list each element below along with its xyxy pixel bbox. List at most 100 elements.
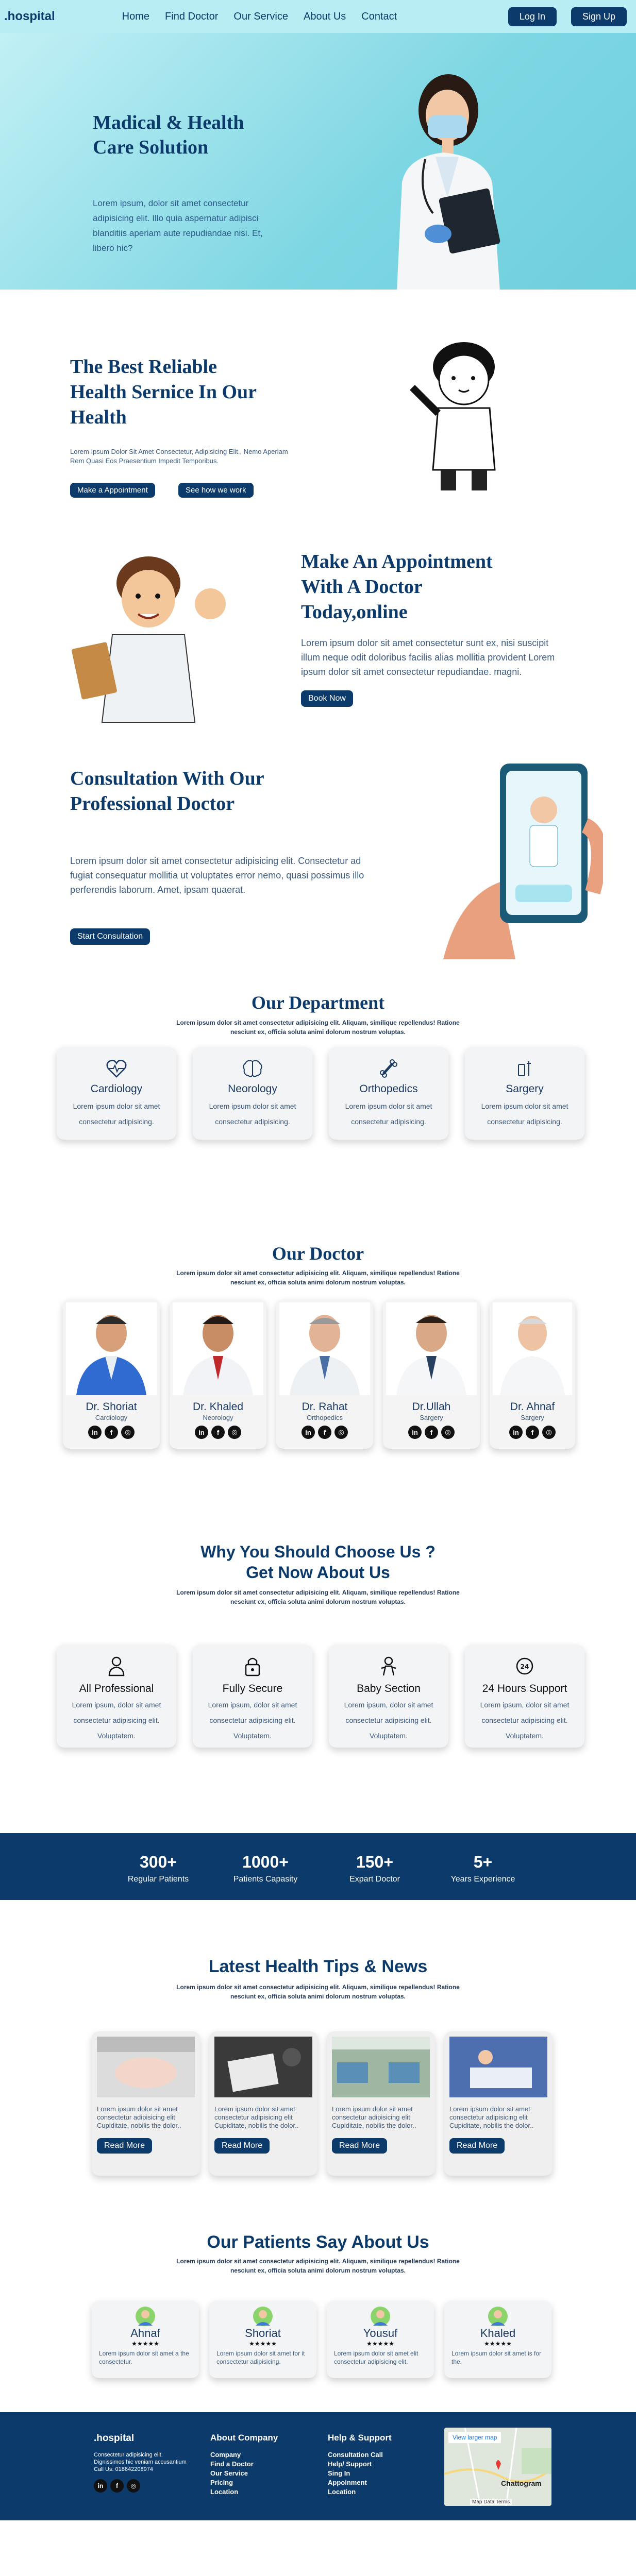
doctor-name: Dr. Khaled: [192, 1401, 244, 1413]
patient-name: Ahnaf: [130, 2327, 160, 2340]
facebook-icon[interactable]: f: [526, 1426, 539, 1439]
department-name: Cardiology: [90, 1083, 143, 1095]
news-image: [97, 2037, 195, 2097]
news-section: Latest Health Tips & News Lorem ipsum do…: [0, 1900, 636, 2178]
footer-link-company[interactable]: Company: [210, 2450, 278, 2460]
why-card[interactable]: Baby Section Lorem ipsum, dolor sit amet…: [329, 1645, 448, 1748]
appointment-section: Make An Appointment With A Doctor Today,…: [0, 521, 636, 764]
footer-link-sign-in[interactable]: Sing In: [328, 2469, 392, 2478]
top-navbar: .hospital Home Find Doctor Our Service A…: [0, 0, 636, 33]
footer-help-title: Help & Support: [328, 2433, 392, 2443]
footer-info-line: Dignissimos hic veniam accusantium: [94, 2459, 187, 2465]
avatar: [253, 2307, 273, 2326]
footer: .hospital Consectetur adipisicing elit. …: [0, 2412, 636, 2520]
news-card[interactable]: Lorem ipsum dolor sit amet consectetur a…: [92, 2031, 200, 2176]
login-button[interactable]: Log In: [508, 7, 557, 26]
read-more-button[interactable]: Read More: [214, 2138, 270, 2154]
bone-icon: [380, 1059, 397, 1078]
nav-about-us[interactable]: About Us: [304, 11, 346, 23]
nav-contact[interactable]: Contact: [361, 11, 397, 23]
svg-text:24: 24: [521, 1663, 529, 1670]
doctor-name: Dr. Ahnaf: [510, 1401, 555, 1413]
female-doctor-image: [397, 74, 500, 290]
news-card[interactable]: Lorem ipsum dolor sit amet consectetur a…: [327, 2031, 435, 2176]
doctor-card[interactable]: Dr. Ahnaf Sargery in f ◎: [490, 1299, 575, 1449]
instagram-icon[interactable]: ◎: [542, 1426, 556, 1439]
doctor-card[interactable]: Dr. Shoriat Cardiology in f ◎: [63, 1299, 160, 1449]
testimonial-text: Lorem ipsum dolor sit amet a the consect…: [99, 2350, 189, 2365]
department-title: Our Department: [251, 992, 385, 1013]
department-name: Sargery: [506, 1083, 544, 1095]
footer-link-help-support[interactable]: Help/ Support: [328, 2460, 392, 2469]
doctor-photo: [66, 1302, 157, 1395]
view-larger-map-link[interactable]: View larger map: [448, 2432, 501, 2443]
footer-map[interactable]: View larger map Chattogram Map Data Term…: [444, 2428, 551, 2506]
main-menu: Home Find Doctor Our Service About Us Co…: [122, 11, 397, 23]
phone-consultation-image: [443, 764, 603, 959]
doctor-specialty: Neorology: [203, 1414, 233, 1421]
avatar: [371, 2307, 390, 2326]
testimonials-subtitle: Lorem ipsum dolor sit amet consectetur a…: [176, 2258, 460, 2274]
read-more-button[interactable]: Read More: [449, 2138, 505, 2154]
cartoon-doctor-image: [410, 342, 496, 490]
facebook-icon[interactable]: f: [425, 1426, 438, 1439]
footer-link-find-doctor[interactable]: Find a Doctor: [210, 2460, 278, 2469]
footer-link-consultation[interactable]: Consultation Call: [328, 2450, 392, 2460]
read-more-button[interactable]: Read More: [332, 2138, 388, 2154]
nav-find-doctor[interactable]: Find Doctor: [165, 11, 218, 23]
linkedin-icon[interactable]: in: [88, 1426, 102, 1439]
footer-link-our-service[interactable]: Our Service: [210, 2469, 278, 2478]
facebook-icon[interactable]: f: [318, 1426, 331, 1439]
instagram-icon[interactable]: ◎: [228, 1426, 241, 1439]
see-how-we-work-button[interactable]: See how we work: [178, 483, 254, 498]
instagram-icon[interactable]: ◎: [127, 2479, 140, 2493]
footer-link-appointment[interactable]: Appoinment: [328, 2478, 392, 2487]
stat-label: Years Experience: [450, 1875, 515, 1884]
make-appointment-button[interactable]: Make a Appointment: [70, 483, 155, 498]
facebook-icon[interactable]: f: [211, 1426, 225, 1439]
department-name: Orthopedics: [359, 1083, 418, 1095]
brand-logo[interactable]: .hospital: [4, 9, 55, 24]
linkedin-icon[interactable]: in: [94, 2479, 107, 2493]
instagram-icon[interactable]: ◎: [334, 1426, 348, 1439]
consultation-section: Consultation With Our Professional Docto…: [0, 764, 636, 980]
linkedin-icon[interactable]: in: [509, 1426, 523, 1439]
book-now-button[interactable]: Book Now: [301, 690, 353, 707]
why-card-title: Fully Secure: [222, 1683, 283, 1694]
news-card[interactable]: Lorem ipsum dolor sit amet consectetur a…: [209, 2031, 317, 2176]
heart-pulse-icon: [106, 1059, 127, 1078]
linkedin-icon[interactable]: in: [408, 1426, 422, 1439]
linkedin-icon[interactable]: in: [302, 1426, 315, 1439]
news-card[interactable]: Lorem ipsum dolor sit amet consectetur a…: [444, 2031, 553, 2176]
testimonial-text: Lorem ipsum dolor sit amet for it consec…: [216, 2350, 305, 2365]
why-card[interactable]: Fully Secure Lorem ipsum, dolor sit amet…: [193, 1645, 312, 1748]
doctor-card[interactable]: Dr. Rahat Orthopedics in f ◎: [276, 1299, 373, 1449]
instagram-icon[interactable]: ◎: [441, 1426, 455, 1439]
nav-our-service[interactable]: Our Service: [233, 11, 288, 23]
department-desc: Lorem ipsum dolor sit amet consectetur a…: [209, 1102, 296, 1126]
read-more-button[interactable]: Read More: [97, 2138, 153, 2154]
signup-button[interactable]: Sign Up: [571, 7, 627, 26]
nav-home[interactable]: Home: [122, 11, 149, 23]
instagram-icon[interactable]: ◎: [121, 1426, 135, 1439]
doctor-card[interactable]: Dr. Khaled Neorology in f ◎: [170, 1299, 266, 1449]
why-card[interactable]: 24 24 Hours Support Lorem ipsum, dolor s…: [465, 1645, 584, 1748]
footer-link-location[interactable]: Location: [328, 2487, 392, 2497]
why-title-line1: Why You Should Choose Us ?: [200, 1543, 436, 1561]
why-card-desc: Lorem ipsum, dolor sit amet consectetur …: [480, 1701, 570, 1740]
footer-link-pricing[interactable]: Pricing: [210, 2478, 278, 2487]
testimonials-title: Our Patients Say About Us: [207, 2232, 429, 2252]
doctor-photo: [493, 1302, 572, 1395]
department-card-neorology[interactable]: Neorology Lorem ipsum dolor sit amet con…: [193, 1047, 312, 1140]
why-card[interactable]: All Professional Lorem ipsum, dolor sit …: [57, 1645, 176, 1748]
department-card-cardiology[interactable]: Cardiology Lorem ipsum dolor sit amet co…: [57, 1047, 176, 1140]
start-consultation-button[interactable]: Start Consultation: [70, 928, 150, 945]
footer-link-location[interactable]: Location: [210, 2487, 278, 2497]
doctor-card[interactable]: Dr.Ullah Sargery in f ◎: [383, 1299, 480, 1449]
linkedin-icon[interactable]: in: [195, 1426, 208, 1439]
facebook-icon[interactable]: f: [105, 1426, 118, 1439]
department-card-sargery[interactable]: Sargery Lorem ipsum dolor sit amet conse…: [465, 1047, 584, 1140]
waving-doctor-image: [72, 556, 226, 723]
department-card-orthopedics[interactable]: Orthopedics Lorem ipsum dolor sit amet c…: [329, 1047, 448, 1140]
facebook-icon[interactable]: f: [110, 2479, 124, 2493]
